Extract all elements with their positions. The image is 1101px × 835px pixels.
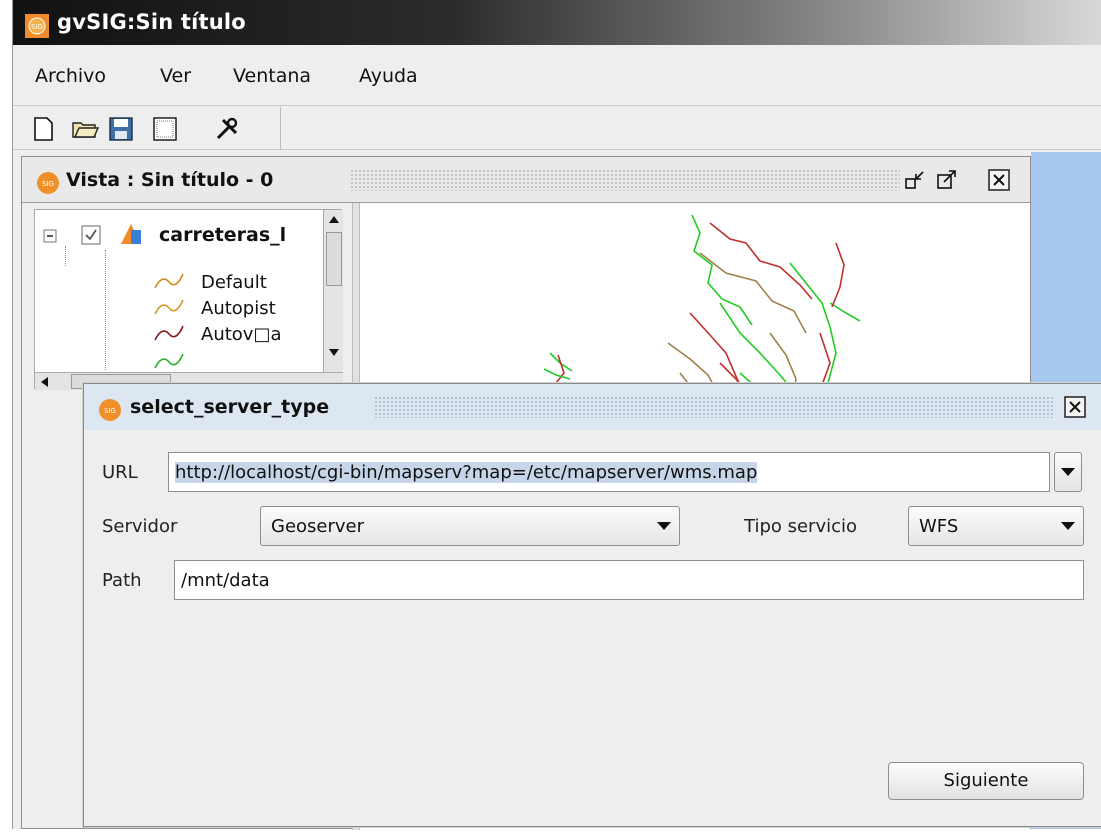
gvsig-logo-icon: SIG — [99, 399, 121, 421]
vector-layer-icon — [121, 224, 141, 244]
open-folder-icon[interactable] — [71, 115, 99, 143]
service-type-select[interactable]: WFS — [908, 506, 1084, 546]
menu-ver[interactable]: Ver — [160, 65, 191, 87]
layer-row[interactable]: carreteras_l — [35, 210, 325, 260]
road-segment — [789, 262, 837, 404]
svg-text:SIG: SIG — [104, 407, 116, 415]
legend-symbol-autopista — [154, 299, 184, 315]
close-icon[interactable] — [1064, 396, 1086, 418]
toc-vertical-scrollbar[interactable] — [323, 210, 343, 372]
save-icon[interactable] — [107, 115, 135, 143]
svg-text:SIG: SIG — [31, 23, 43, 31]
road-segment — [831, 242, 845, 308]
url-label: URL — [102, 462, 138, 483]
titlebar-texture — [374, 396, 1054, 418]
menu-ventana[interactable]: Ventana — [233, 65, 311, 87]
gvsig-logo-icon: SIG — [25, 14, 49, 38]
menu-archivo[interactable]: Archivo — [35, 65, 106, 87]
path-label: Path — [102, 570, 142, 591]
table-of-contents: carreteras_l Default Autopist Autov□a — [34, 209, 343, 390]
svg-text:SIG: SIG — [42, 180, 54, 188]
service-type-value: WFS — [919, 516, 959, 537]
legend-label-autopista: Autopist — [201, 298, 276, 319]
select-server-type-dialog: SIG select_server_type URL http://localh… — [83, 383, 1101, 827]
chevron-down-icon — [1061, 468, 1075, 476]
url-combo-input[interactable]: http://localhost/cgi-bin/mapserv?map=/et… — [168, 452, 1050, 492]
service-type-label: Tipo servicio — [744, 516, 858, 537]
server-select[interactable]: Geoserver — [260, 506, 680, 546]
road-segment — [829, 302, 861, 322]
path-value: /mnt/data — [181, 570, 270, 591]
tools-icon[interactable] — [213, 115, 241, 143]
close-icon[interactable] — [988, 169, 1010, 191]
server-value: Geoserver — [271, 516, 365, 537]
tree-line — [105, 250, 106, 370]
layer-name: carreteras_l — [159, 224, 287, 246]
menu-ayuda[interactable]: Ayuda — [359, 65, 418, 87]
window-titlebar[interactable]: SIG gvSIG:Sin título — [13, 0, 1101, 45]
legend-symbol-default — [154, 273, 184, 289]
legend-symbol-auxiliar — [154, 353, 184, 369]
legend-label-default: Default — [201, 272, 267, 293]
next-button[interactable]: Siguiente — [888, 762, 1084, 800]
view-properties-icon[interactable] — [151, 115, 179, 143]
scroll-left-icon[interactable] — [37, 374, 53, 390]
chevron-down-icon — [1061, 522, 1075, 530]
dialog-title: select_server_type — [130, 396, 330, 418]
server-label: Servidor — [102, 516, 178, 537]
view-titlebar[interactable]: SIG Vista : Sin título - 0 — [22, 157, 1030, 203]
minimize-icon[interactable] — [904, 169, 926, 191]
menu-bar: Archivo Ver Ventana Ayuda — [13, 55, 1101, 99]
scroll-up-icon[interactable] — [326, 212, 342, 228]
scroll-down-icon[interactable] — [326, 344, 342, 360]
maximize-icon[interactable] — [936, 169, 958, 191]
gvsig-window: SIG gvSIG:Sin título Archivo Ver Ventana… — [12, 0, 1101, 830]
dialog-titlebar[interactable]: SIG select_server_type — [84, 384, 1101, 430]
chevron-down-icon — [657, 522, 671, 530]
url-dropdown-button[interactable] — [1054, 452, 1082, 492]
titlebar-texture — [350, 169, 900, 191]
view-title: Vista : Sin título - 0 — [66, 169, 274, 191]
toolbar — [13, 105, 1101, 150]
layer-visible-checkbox[interactable] — [81, 225, 101, 245]
toolbar-group — [13, 107, 281, 149]
new-file-icon[interactable] — [29, 115, 57, 143]
url-value: http://localhost/cgi-bin/mapserv?map=/et… — [175, 462, 758, 483]
scroll-thumb[interactable] — [326, 232, 342, 286]
legend-symbol-autovia — [154, 325, 184, 341]
road-segment — [543, 368, 571, 380]
gvsig-logo-icon: SIG — [37, 172, 59, 194]
window-title: gvSIG:Sin título — [57, 10, 246, 34]
legend-label-autovia: Autov□a — [201, 324, 282, 345]
collapse-icon[interactable] — [43, 229, 57, 243]
path-input[interactable]: /mnt/data — [174, 560, 1084, 600]
tree-line — [65, 246, 66, 266]
